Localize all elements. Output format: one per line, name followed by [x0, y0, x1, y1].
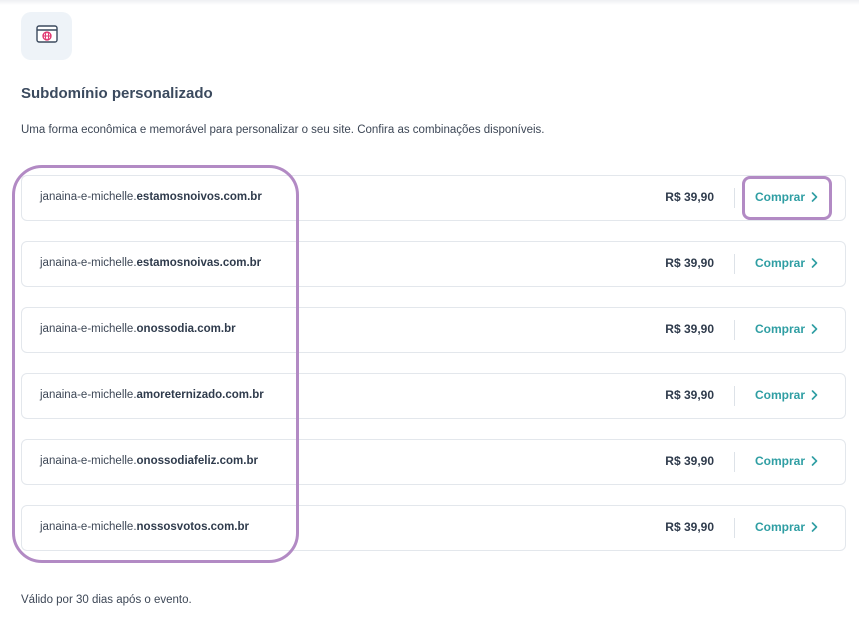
- buy-button[interactable]: Comprar: [755, 256, 818, 270]
- section-title: Subdomínio personalizado: [21, 85, 213, 102]
- domain-name: janaina-e-michelle.amoreternizado.com.br: [40, 389, 264, 401]
- domain-row: janaina-e-michelle.onossodia.com.br R$ 3…: [21, 307, 846, 353]
- domain-name: janaina-e-michelle.nossosvotos.com.br: [40, 521, 249, 533]
- domain-name: janaina-e-michelle.estamosnoivas.com.br: [40, 257, 261, 269]
- buy-button[interactable]: Comprar: [755, 388, 818, 402]
- domain-prefix: janaina-e-michelle.: [40, 257, 137, 269]
- domain-price: R$ 39,90: [665, 322, 714, 336]
- buy-button-label: Comprar: [755, 322, 806, 336]
- domain-suffix: amoreternizado.com.br: [136, 389, 264, 401]
- divider: [734, 386, 735, 406]
- domain-price: R$ 39,90: [665, 256, 714, 270]
- chevron-right-icon: [811, 258, 818, 268]
- domain-suffix: onossodiafeliz.com.br: [136, 455, 258, 467]
- buy-button-label: Comprar: [755, 190, 806, 204]
- domain-suffix: estamosnoivos.com.br: [136, 191, 262, 203]
- divider: [734, 320, 735, 340]
- section-icon-tile: [21, 12, 72, 60]
- chevron-right-icon: [811, 522, 818, 532]
- chevron-right-icon: [811, 192, 818, 202]
- buy-button[interactable]: Comprar: [755, 520, 818, 534]
- domain-suffix: onossodia.com.br: [136, 323, 236, 335]
- buy-button-label: Comprar: [755, 454, 806, 468]
- domain-name: janaina-e-michelle.estamosnoivos.com.br: [40, 191, 262, 203]
- domain-price: R$ 39,90: [665, 454, 714, 468]
- domain-suffix: estamosnoivas.com.br: [136, 257, 262, 269]
- domain-prefix: janaina-e-michelle.: [40, 191, 137, 203]
- buy-button[interactable]: Comprar: [755, 454, 818, 468]
- buy-button[interactable]: Comprar: [755, 190, 818, 204]
- domain-prefix: janaina-e-michelle.: [40, 389, 137, 401]
- domain-row: janaina-e-michelle.estamosnoivas.com.br …: [21, 241, 846, 287]
- buy-button-label: Comprar: [755, 256, 806, 270]
- buy-button-label: Comprar: [755, 388, 806, 402]
- buy-button-label: Comprar: [755, 520, 806, 534]
- domain-row: janaina-e-michelle.onossodiafeliz.com.br…: [21, 439, 846, 485]
- domain-price: R$ 39,90: [665, 520, 714, 534]
- chevron-right-icon: [811, 456, 818, 466]
- chevron-right-icon: [811, 324, 818, 334]
- domain-prefix: janaina-e-michelle.: [40, 323, 137, 335]
- validity-note: Válido por 30 dias após o evento.: [21, 594, 192, 606]
- section-description: Uma forma econômica e memorável para per…: [21, 124, 545, 136]
- domain-prefix: janaina-e-michelle.: [40, 521, 137, 533]
- domain-price: R$ 39,90: [665, 388, 714, 402]
- domain-list: janaina-e-michelle.estamosnoivos.com.br …: [21, 175, 846, 571]
- domain-name: janaina-e-michelle.onossodiafeliz.com.br: [40, 455, 258, 467]
- top-shadow: [0, 0, 859, 5]
- domain-row: janaina-e-michelle.estamosnoivos.com.br …: [21, 175, 846, 221]
- divider: [734, 188, 735, 208]
- divider: [734, 254, 735, 274]
- domain-suffix: nossosvotos.com.br: [136, 521, 249, 533]
- divider: [734, 452, 735, 472]
- buy-button[interactable]: Comprar: [755, 322, 818, 336]
- browser-globe-icon: [35, 24, 58, 48]
- domain-name: janaina-e-michelle.onossodia.com.br: [40, 323, 236, 335]
- chevron-right-icon: [811, 390, 818, 400]
- domain-row: janaina-e-michelle.amoreternizado.com.br…: [21, 373, 846, 419]
- domain-price: R$ 39,90: [665, 190, 714, 204]
- domain-prefix: janaina-e-michelle.: [40, 455, 137, 467]
- domain-row: janaina-e-michelle.nossosvotos.com.br R$…: [21, 505, 846, 551]
- divider: [734, 518, 735, 538]
